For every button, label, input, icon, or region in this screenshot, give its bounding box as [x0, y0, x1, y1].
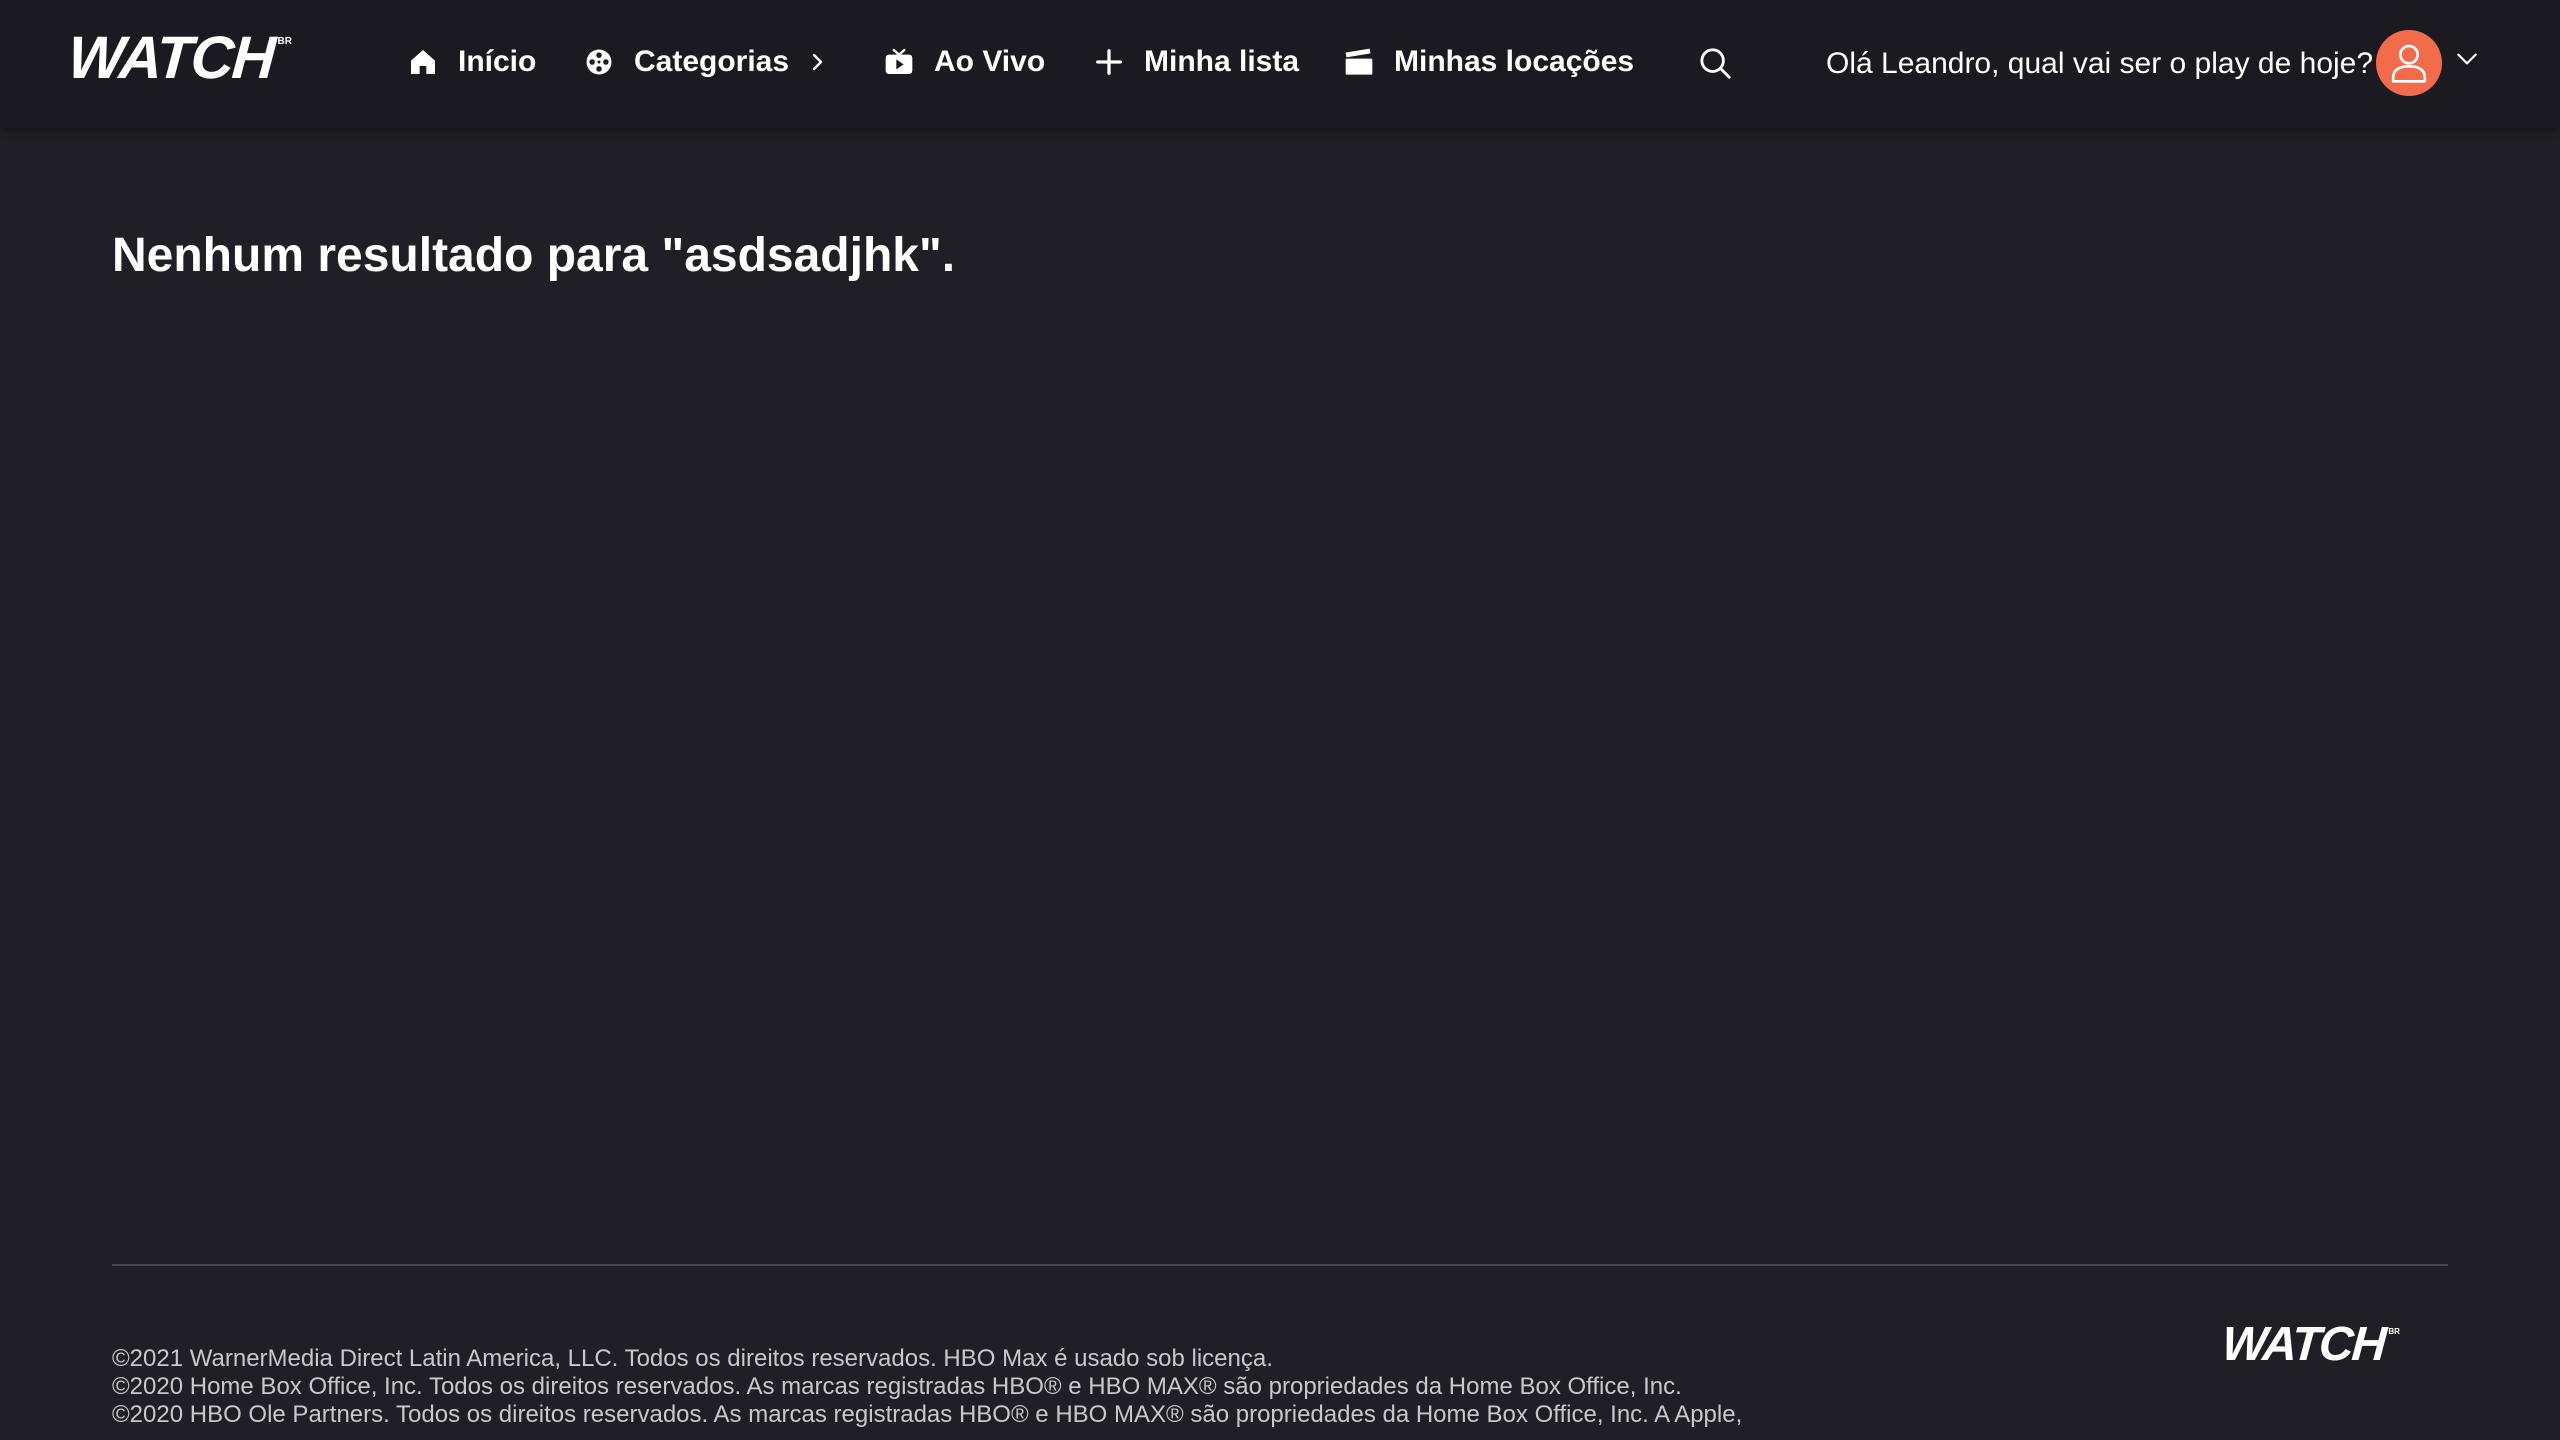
- nav-inicio-label: Início: [458, 45, 537, 78]
- footer-legal-text: ©2021 WarnerMedia Direct Latin America, …: [112, 1345, 2192, 1429]
- user-greeting: Olá Leandro, qual vai ser o play de hoje…: [1826, 47, 2374, 80]
- nav-inicio[interactable]: Início: [406, 34, 536, 90]
- nav-categorias[interactable]: Categorias: [582, 34, 829, 90]
- home-icon: [406, 45, 440, 79]
- search-icon[interactable]: [1696, 44, 1734, 82]
- logo-superscript: BR: [277, 36, 292, 47]
- user-avatar[interactable]: [2376, 30, 2442, 96]
- nav-categorias-label: Categorias: [634, 45, 790, 78]
- footer-legal-line: ©2020 Home Box Office, Inc. Todos os dir…: [112, 1373, 1682, 1400]
- footer-watch-logo: WATCH BR: [2220, 1318, 2400, 1371]
- nav-minha-lista[interactable]: Minha lista: [1092, 34, 1299, 90]
- footer-logo-superscript: BR: [2388, 1327, 2400, 1336]
- clapperboard-icon: [1342, 45, 1376, 79]
- user-icon: [2389, 41, 2429, 85]
- nav-ao-vivo[interactable]: Ao Vivo: [882, 34, 1045, 90]
- film-reel-icon: [582, 45, 616, 79]
- chevron-right-icon: [805, 50, 829, 74]
- nav-minhas-locacoes-label: Minhas locações: [1394, 45, 1635, 78]
- footer-logo-text: WATCH: [2220, 1318, 2387, 1371]
- live-tv-icon: [882, 45, 916, 79]
- nav-minha-lista-label: Minha lista: [1144, 45, 1300, 78]
- no-results-message: Nenhum resultado para "asdsadjhk".: [112, 229, 956, 282]
- nav-minhas-locacoes[interactable]: Minhas locações: [1342, 34, 1634, 90]
- account-menu-chevron-down-icon[interactable]: [2454, 46, 2480, 72]
- footer-legal-line: ©2020 HBO Ole Partners. Todos os direito…: [112, 1401, 1743, 1428]
- logo-text: WATCH: [65, 24, 276, 91]
- watch-logo[interactable]: WATCH BR: [65, 24, 292, 91]
- footer-legal-line: ©2021 WarnerMedia Direct Latin America, …: [112, 1345, 1273, 1372]
- top-navigation-bar: WATCH BR Início Categorias Ao Vivo Minha…: [0, 0, 2560, 128]
- nav-ao-vivo-label: Ao Vivo: [934, 45, 1046, 78]
- plus-icon: [1092, 45, 1126, 79]
- footer-divider: [112, 1264, 2448, 1266]
